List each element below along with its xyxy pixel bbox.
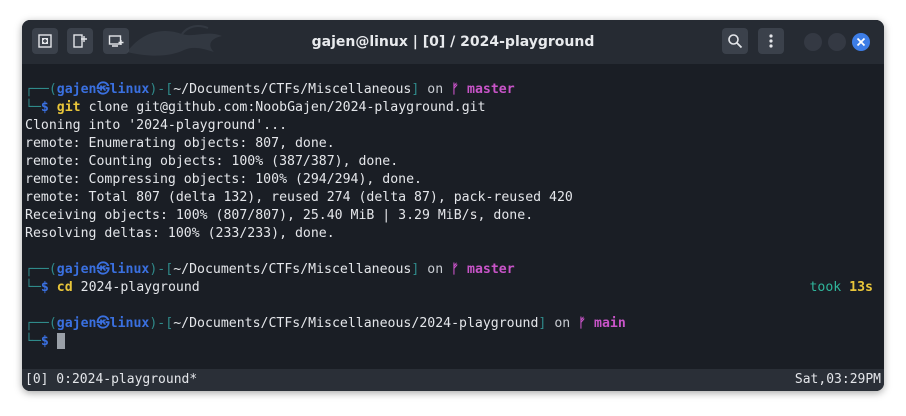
prompt-close: ] — [411, 82, 420, 97]
prompt-separator: )-[ — [149, 316, 174, 331]
prompt-dollar: $ — [40, 280, 49, 295]
prompt-path: ~/Documents/CTFs/Miscellaneous — [173, 262, 412, 277]
prompt-path: ~/Documents/CTFs/Miscellaneous/2024-play… — [173, 316, 539, 331]
output-line: Resolving deltas: 100% (233/233), done. — [25, 226, 335, 241]
command-line: └─$ cd 2024-playground — [25, 279, 200, 297]
prompt-open: ┌──( — [25, 316, 57, 331]
prompt-open: ┌──( — [25, 262, 57, 277]
split-view-button[interactable] — [67, 28, 93, 54]
command-line: └─$ git clone git@github.com:NoobGajen/2… — [25, 99, 486, 117]
text-cursor — [56, 333, 65, 349]
menu-button[interactable] — [758, 28, 784, 54]
output-line: Receiving objects: 100% (807/807), 25.40… — [25, 208, 534, 223]
prompt-corner: └─ — [25, 100, 41, 115]
new-tab-icon — [38, 34, 52, 48]
prompt-user: gajen㉿linux — [56, 82, 150, 97]
dragon-watermark-icon — [127, 25, 222, 56]
prompt-line: ┌──(gajen㉿linux)-[~/Documents/CTFs/Misce… — [25, 81, 515, 99]
git-branch-icon: ᚠ — [578, 316, 587, 331]
took-value: 13s — [849, 280, 873, 295]
prompt-user: gajen㉿linux — [56, 262, 150, 277]
prompt-on: on — [427, 262, 444, 277]
output-line: remote: Compressing objects: 100% (294/2… — [25, 172, 422, 187]
minimize-button[interactable] — [804, 33, 822, 51]
search-icon — [728, 34, 743, 49]
tmux-window-list[interactable]: [0] 0:2024-playground* — [25, 369, 197, 391]
new-tab-button[interactable] — [32, 28, 58, 54]
prompt-corner: └─ — [25, 280, 41, 295]
split-view-icon — [73, 34, 87, 48]
tmux-clock: Sat,03:29PM — [794, 372, 881, 387]
tmux-status-bar: [0] 0:2024-playground* Sat,03:29PM — [22, 369, 884, 391]
command-duration: took 13s — [809, 279, 873, 297]
command-name: cd — [56, 280, 73, 295]
command-args: 2024-playground — [80, 280, 200, 295]
titlebar: gajen@linux | [0] / 2024-playground — [22, 20, 884, 64]
git-branch: master — [467, 82, 515, 97]
output-line: Cloning into '2024-playground'... — [25, 118, 288, 133]
command-line[interactable]: └─$ — [25, 333, 65, 351]
prompt-close: ] — [538, 316, 547, 331]
command-args: clone git@github.com:NoobGajen/2024-play… — [88, 100, 486, 115]
search-button[interactable] — [722, 28, 748, 54]
prompt-separator: )-[ — [149, 262, 174, 277]
prompt-on: on — [554, 316, 571, 331]
output-line: remote: Counting objects: 100% (387/387)… — [25, 154, 399, 169]
prompt-dollar: $ — [40, 334, 49, 349]
prompt-line: ┌──(gajen㉿linux)-[~/Documents/CTFs/Misce… — [25, 261, 515, 279]
command-name: git — [56, 100, 81, 115]
prompt-corner: └─ — [25, 334, 41, 349]
prompt-dollar: $ — [40, 100, 49, 115]
prompt-open: ┌──( — [25, 82, 57, 97]
output-line: remote: Total 807 (delta 132), reused 27… — [25, 190, 573, 205]
git-branch-icon: ᚠ — [451, 262, 460, 277]
prompt-close: ] — [411, 262, 420, 277]
took-label: took — [809, 280, 842, 295]
close-button[interactable] — [852, 33, 870, 51]
output-line: remote: Enumerating objects: 807, done. — [25, 136, 335, 151]
git-branch-icon: ᚠ — [451, 82, 460, 97]
git-branch: main — [594, 316, 626, 331]
prompt-path: ~/Documents/CTFs/Miscellaneous — [173, 82, 412, 97]
terminal-window: gajen@linux | [0] / 2024-playground ┌──(… — [22, 20, 884, 391]
maximize-button[interactable] — [828, 33, 846, 51]
prompt-separator: )-[ — [149, 82, 174, 97]
kebab-menu-icon — [769, 34, 773, 48]
prompt-on: on — [427, 82, 444, 97]
prompt-user: gajen㉿linux — [56, 316, 150, 331]
close-icon — [856, 37, 866, 47]
prompt-line: ┌──(gajen㉿linux)-[~/Documents/CTFs/Misce… — [25, 315, 626, 333]
git-branch: master — [467, 262, 515, 277]
terminal-output[interactable]: ┌──(gajen㉿linux)-[~/Documents/CTFs/Misce… — [22, 64, 884, 369]
